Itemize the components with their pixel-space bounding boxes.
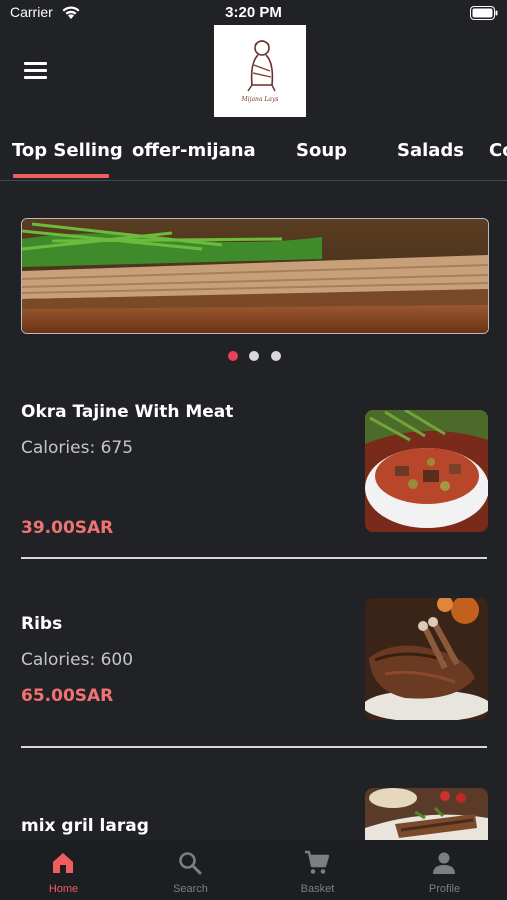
status-bar: Carrier 3:20 PM	[0, 0, 507, 26]
promo-banner[interactable]	[21, 218, 489, 334]
item-image	[365, 788, 488, 848]
carousel-indicator	[0, 351, 507, 363]
nav-search[interactable]: Search	[127, 840, 254, 900]
nav-profile-label: Profile	[428, 883, 461, 895]
bottom-nav-bar: Home Search Basket Profile	[0, 840, 507, 900]
app-screen: Carrier 3:20 PM Mijana Lays Top Selling …	[0, 0, 507, 900]
carousel-dot-3[interactable]	[271, 351, 281, 361]
home-icon	[53, 853, 73, 873]
nav-search-label: Search	[173, 883, 208, 895]
cart-icon	[305, 850, 330, 874]
clock: 3:20 PM	[225, 4, 282, 21]
profile-icon	[433, 852, 455, 874]
active-tab-indicator	[13, 174, 109, 178]
item-image	[365, 598, 488, 720]
nav-home[interactable]: Home	[0, 840, 127, 900]
svg-text:Mijana Lays: Mijana Lays	[241, 96, 279, 103]
item-name: Ribs	[21, 614, 63, 634]
chef-logo-icon: Mijana Lays	[241, 40, 279, 103]
tab-top-selling[interactable]: Top Selling	[12, 140, 123, 161]
tab-soup[interactable]: Soup	[296, 140, 347, 161]
item-calories: Calories: 600	[21, 650, 134, 670]
battery-icon	[470, 6, 498, 20]
nav-home-label: Home	[48, 883, 79, 895]
item-image	[365, 410, 488, 532]
nav-profile[interactable]: Profile	[381, 840, 507, 900]
banner-food-image	[22, 219, 488, 333]
nav-basket-label: Basket	[300, 883, 335, 895]
carousel-dot-2[interactable]	[249, 351, 259, 361]
item-price: 65.00SAR	[21, 686, 114, 706]
tab-salads[interactable]: Salads	[397, 140, 464, 161]
item-price: 39.00SAR	[21, 518, 114, 538]
tab-more-cut[interactable]: Co	[489, 140, 507, 161]
category-tabs: Top Selling offer-mijana Soup Salads Co	[0, 136, 507, 181]
item-divider	[21, 557, 487, 559]
carousel-dot-1[interactable]	[228, 351, 238, 361]
search-icon	[179, 852, 202, 875]
item-name: mix gril larag	[21, 816, 149, 836]
tab-offer-mijana[interactable]: offer-mijana	[132, 140, 256, 161]
item-calories: Calories: 675	[21, 438, 134, 458]
hamburger-menu-icon[interactable]	[24, 62, 47, 80]
nav-basket[interactable]: Basket	[254, 840, 381, 900]
item-name: Okra Tajine With Meat	[21, 402, 234, 422]
item-divider	[21, 746, 487, 748]
brand-logo: Mijana Lays	[214, 25, 306, 117]
